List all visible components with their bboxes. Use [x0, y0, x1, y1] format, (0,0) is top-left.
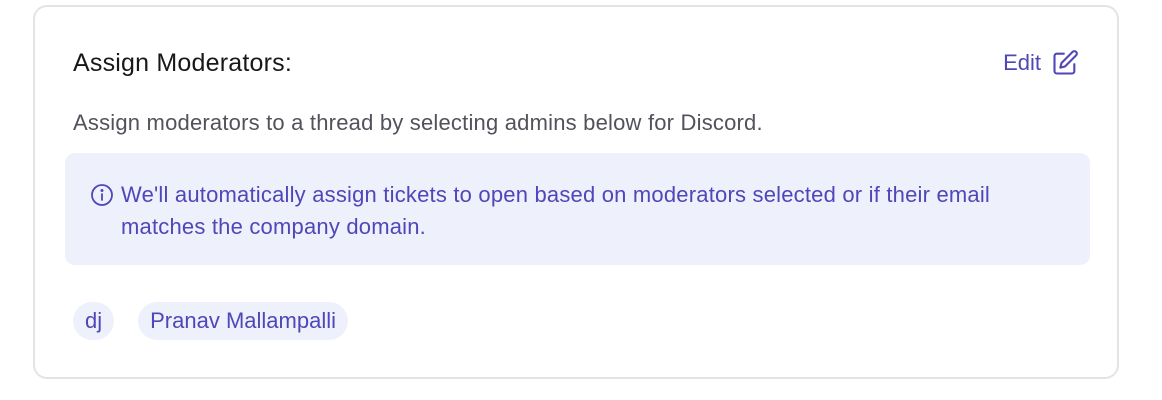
assign-moderators-card: Assign Moderators: Edit Assign moderator…	[33, 5, 1119, 379]
card-title: Assign Moderators:	[73, 48, 292, 77]
moderator-chip[interactable]: dj	[73, 302, 115, 340]
info-circle-icon	[90, 183, 114, 212]
edit-button[interactable]: Edit	[1003, 49, 1079, 77]
info-callout: We'll automatically assign tickets to op…	[65, 153, 1090, 265]
edit-icon	[1051, 49, 1079, 77]
card-header: Assign Moderators: Edit	[73, 43, 1079, 83]
info-text: We'll automatically assign tickets to op…	[121, 182, 991, 239]
edit-label: Edit	[1003, 50, 1041, 75]
card-description: Assign moderators to a thread by selecti…	[73, 110, 763, 135]
moderator-chip[interactable]: Pranav Mallampalli	[138, 302, 348, 340]
moderator-chips: dj Pranav Mallampalli	[73, 302, 348, 340]
